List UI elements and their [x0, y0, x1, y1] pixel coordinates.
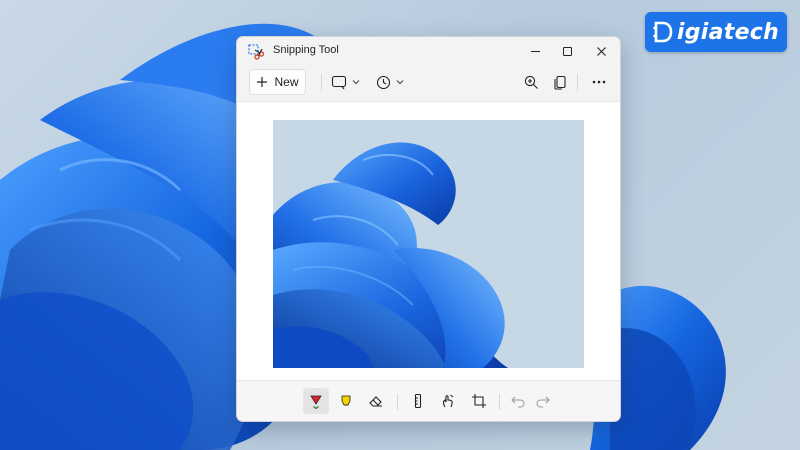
new-button-label: New: [274, 75, 299, 89]
watermark-text: igiatech: [676, 19, 780, 45]
watermark-logo: igiatech: [645, 12, 787, 52]
maximize-button[interactable]: [550, 37, 584, 65]
markup-toolbar: [237, 381, 620, 421]
top-toolbar: New: [237, 65, 620, 101]
copy-button[interactable]: [553, 69, 567, 95]
crop-icon: [472, 394, 486, 408]
ballpoint-pen-icon: [310, 395, 322, 409]
chevron-down-icon: [396, 80, 404, 85]
more-options-button[interactable]: [592, 69, 606, 95]
plus-icon: [257, 77, 268, 87]
markup-divider: [499, 394, 500, 410]
highlighter-button[interactable]: [333, 388, 359, 414]
redo-button[interactable]: [530, 388, 556, 414]
snip-canvas: [237, 101, 620, 381]
snip-delay-dropdown[interactable]: [376, 69, 404, 95]
snipping-tool-window: Snipping Tool New: [236, 36, 621, 422]
zoom-in-icon: [524, 75, 538, 89]
close-icon: [596, 46, 606, 56]
minimize-icon: [530, 50, 540, 52]
close-button[interactable]: [584, 37, 618, 65]
highlighter-icon: [341, 395, 351, 406]
eraser-icon: [369, 396, 382, 407]
captured-bloom-image: [273, 120, 584, 368]
ruler-button[interactable]: [405, 388, 431, 414]
more-options-icon: [592, 80, 606, 84]
clock-delay-icon: [376, 75, 391, 89]
maximize-icon: [562, 46, 572, 56]
touch-writing-icon: [442, 394, 454, 408]
toolbar-divider: [321, 74, 322, 91]
window-title: Snipping Tool: [273, 44, 339, 56]
captured-screenshot[interactable]: [273, 120, 584, 368]
toolbar-divider: [577, 74, 578, 91]
markup-divider: [397, 394, 398, 410]
digiatech-d-logo-icon: [653, 21, 673, 43]
ruler-icon: [414, 393, 422, 409]
crop-button[interactable]: [466, 388, 492, 414]
zoom-button[interactable]: [524, 69, 539, 95]
minimize-button[interactable]: [518, 37, 552, 65]
ballpoint-pen-button[interactable]: [303, 388, 329, 414]
eraser-button[interactable]: [363, 388, 389, 414]
snipping-tool-scissors-icon: [248, 44, 264, 60]
touch-writing-button[interactable]: [435, 388, 461, 414]
copy-icon: [554, 75, 566, 90]
chevron-down-icon: [352, 80, 360, 85]
redo-icon: [536, 396, 550, 408]
snip-mode-dropdown[interactable]: [331, 69, 360, 95]
undo-button[interactable]: [505, 388, 531, 414]
title-bar[interactable]: Snipping Tool: [237, 37, 620, 65]
undo-icon: [511, 396, 525, 408]
new-snip-button[interactable]: New: [249, 69, 306, 95]
snip-mode-rectangle-icon: [331, 75, 347, 90]
